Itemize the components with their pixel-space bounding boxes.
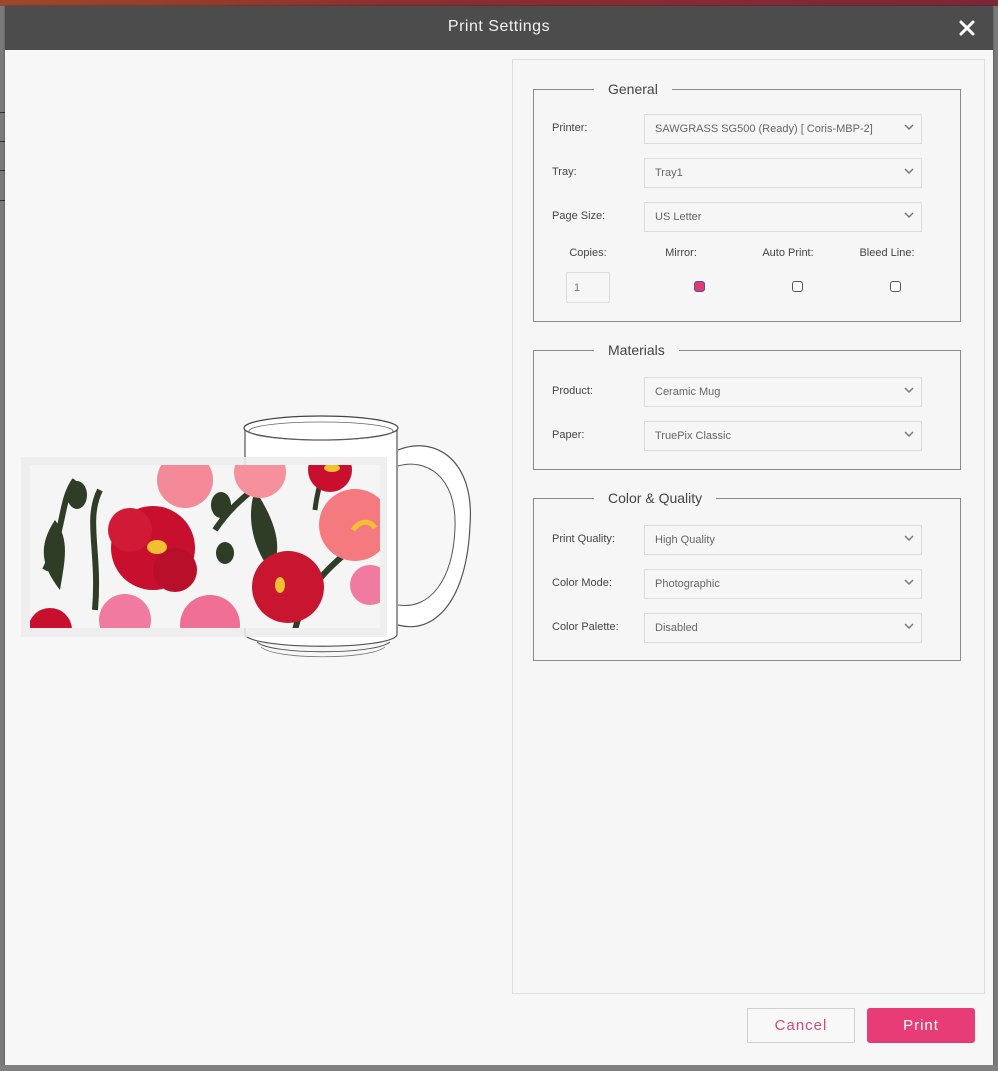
- page-size-label: Page Size:: [552, 210, 606, 222]
- tray-row: Tray: Tray1: [552, 158, 922, 190]
- chevron-down-icon: [904, 579, 914, 586]
- mirror-label: Mirror:: [665, 247, 697, 259]
- paper-value: TruePix Classic: [655, 430, 731, 442]
- color-mode-value: Photographic: [655, 578, 720, 590]
- print-settings-dialog: Print Settings General Printer: SAWGRASS…: [5, 6, 993, 1065]
- print-button[interactable]: Print: [867, 1008, 975, 1043]
- tray-value: Tray1: [655, 167, 683, 179]
- mug-handle: [397, 445, 471, 628]
- design-wrap: [21, 457, 387, 637]
- print-preview: [5, 50, 505, 990]
- page-size-row: Page Size: US Letter: [552, 202, 922, 234]
- color-mode-select[interactable]: Photographic: [644, 569, 922, 599]
- general-title: General: [608, 81, 658, 97]
- chevron-down-icon: [904, 124, 914, 131]
- color-quality-section: Color & Quality Print Quality: High Qual…: [533, 490, 961, 661]
- auto-print-option: Auto Print:: [748, 247, 828, 259]
- printer-label: Printer:: [552, 122, 588, 134]
- chevron-down-icon: [904, 387, 914, 394]
- copies-input[interactable]: [566, 272, 610, 303]
- print-quality-row: Print Quality: High Quality: [552, 525, 922, 557]
- materials-section: Materials Product: Ceramic Mug Paper: Tr…: [533, 342, 961, 470]
- printer-value: SAWGRASS SG500 (Ready) [ Coris-MBP-2]: [655, 123, 873, 135]
- paper-select[interactable]: TruePix Classic: [644, 421, 922, 451]
- color-palette-select[interactable]: Disabled: [644, 613, 922, 643]
- auto-print-checkbox[interactable]: [792, 281, 803, 292]
- product-value: Ceramic Mug: [655, 386, 721, 398]
- print-quality-select[interactable]: High Quality: [644, 525, 922, 555]
- copies-option: Copies:: [548, 247, 628, 259]
- chevron-down-icon: [904, 535, 914, 542]
- materials-title: Materials: [608, 342, 665, 358]
- background-bottom-strip: [0, 1065, 998, 1071]
- product-row: Product: Ceramic Mug: [552, 377, 922, 409]
- auto-print-label: Auto Print:: [762, 247, 814, 259]
- color-mode-row: Color Mode: Photographic: [552, 569, 922, 601]
- chevron-down-icon: [904, 431, 914, 438]
- print-quality-value: High Quality: [655, 534, 715, 546]
- chevron-down-icon: [904, 212, 914, 219]
- paper-label: Paper:: [552, 429, 585, 441]
- bleed-line-label: Bleed Line:: [859, 247, 915, 259]
- color-quality-title: Color & Quality: [608, 490, 703, 506]
- color-palette-value: Disabled: [655, 622, 698, 634]
- copies-label: Copies:: [569, 247, 607, 259]
- close-icon: [959, 20, 975, 36]
- tray-label: Tray:: [552, 166, 577, 178]
- mirror-checkbox[interactable]: [694, 281, 705, 292]
- tray-select[interactable]: Tray1: [644, 158, 922, 188]
- product-label: Product:: [552, 385, 593, 397]
- mug-preview-image: [21, 415, 471, 658]
- mirror-option: Mirror:: [641, 247, 721, 259]
- color-palette-row: Color Palette: Disabled: [552, 613, 922, 645]
- dialog-title: Print Settings: [447, 18, 551, 35]
- general-section: General Printer: SAWGRASS SG500 (Ready) …: [533, 81, 961, 322]
- printer-row: Printer: SAWGRASS SG500 (Ready) [ Coris-…: [552, 114, 922, 146]
- close-button[interactable]: [955, 14, 979, 42]
- color-palette-label: Color Palette:: [552, 621, 619, 633]
- page-size-value: US Letter: [655, 211, 702, 223]
- printer-select[interactable]: SAWGRASS SG500 (Ready) [ Coris-MBP-2]: [644, 114, 922, 144]
- product-select[interactable]: Ceramic Mug: [644, 377, 922, 407]
- poppy-red-center: [252, 551, 324, 623]
- print-quality-label: Print Quality:: [552, 533, 615, 545]
- settings-panel: General Printer: SAWGRASS SG500 (Ready) …: [512, 59, 985, 994]
- chevron-down-icon: [904, 623, 914, 630]
- page-size-select[interactable]: US Letter: [644, 202, 922, 232]
- color-mode-label: Color Mode:: [552, 577, 612, 589]
- bleed-line-checkbox[interactable]: [890, 281, 901, 292]
- cancel-button[interactable]: Cancel: [747, 1008, 855, 1043]
- chevron-down-icon: [904, 168, 914, 175]
- paper-row: Paper: TruePix Classic: [552, 421, 922, 453]
- bleed-line-option: Bleed Line:: [847, 247, 927, 259]
- dialog-titlebar: Print Settings: [5, 6, 993, 50]
